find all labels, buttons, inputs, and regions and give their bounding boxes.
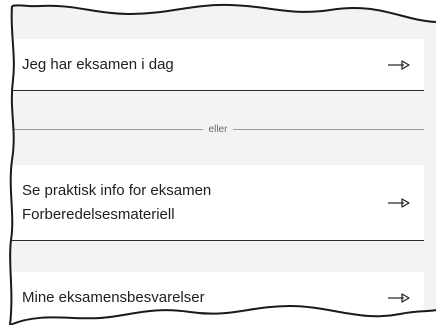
arrow-right-icon [388,293,410,303]
my-exam-submissions-button[interactable]: Mine eksamensbesvarelser [12,272,424,325]
or-label: eller [208,123,228,135]
practical-info-text: Se praktisk info for eksamen [22,181,212,199]
exam-today-text: Jeg har eksamen i dag [22,55,174,73]
arrow-right-icon [388,197,410,208]
exam-today-label: Jeg har eksamen i dag [22,53,388,77]
preparation-material-text: Forberedelsesmateriell [22,205,175,223]
arrow-right-icon [388,59,410,70]
divider-line-left [12,128,203,130]
my-exam-submissions-text: Mine eksamensbesvarelser [22,289,205,306]
practical-info-label: Se praktisk info for eksamen Forberedels… [22,179,388,227]
exam-today-button[interactable]: Jeg har eksamen i dag [12,39,424,91]
my-exam-submissions-label: Mine eksamensbesvarelser [22,286,388,310]
or-divider: eller [12,122,424,136]
practical-info-button[interactable]: Se praktisk info for eksamen Forberedels… [12,165,424,241]
screen: Jeg har eksamen i dag eller Se praktisk … [0,0,436,325]
divider-line-right [233,128,424,130]
